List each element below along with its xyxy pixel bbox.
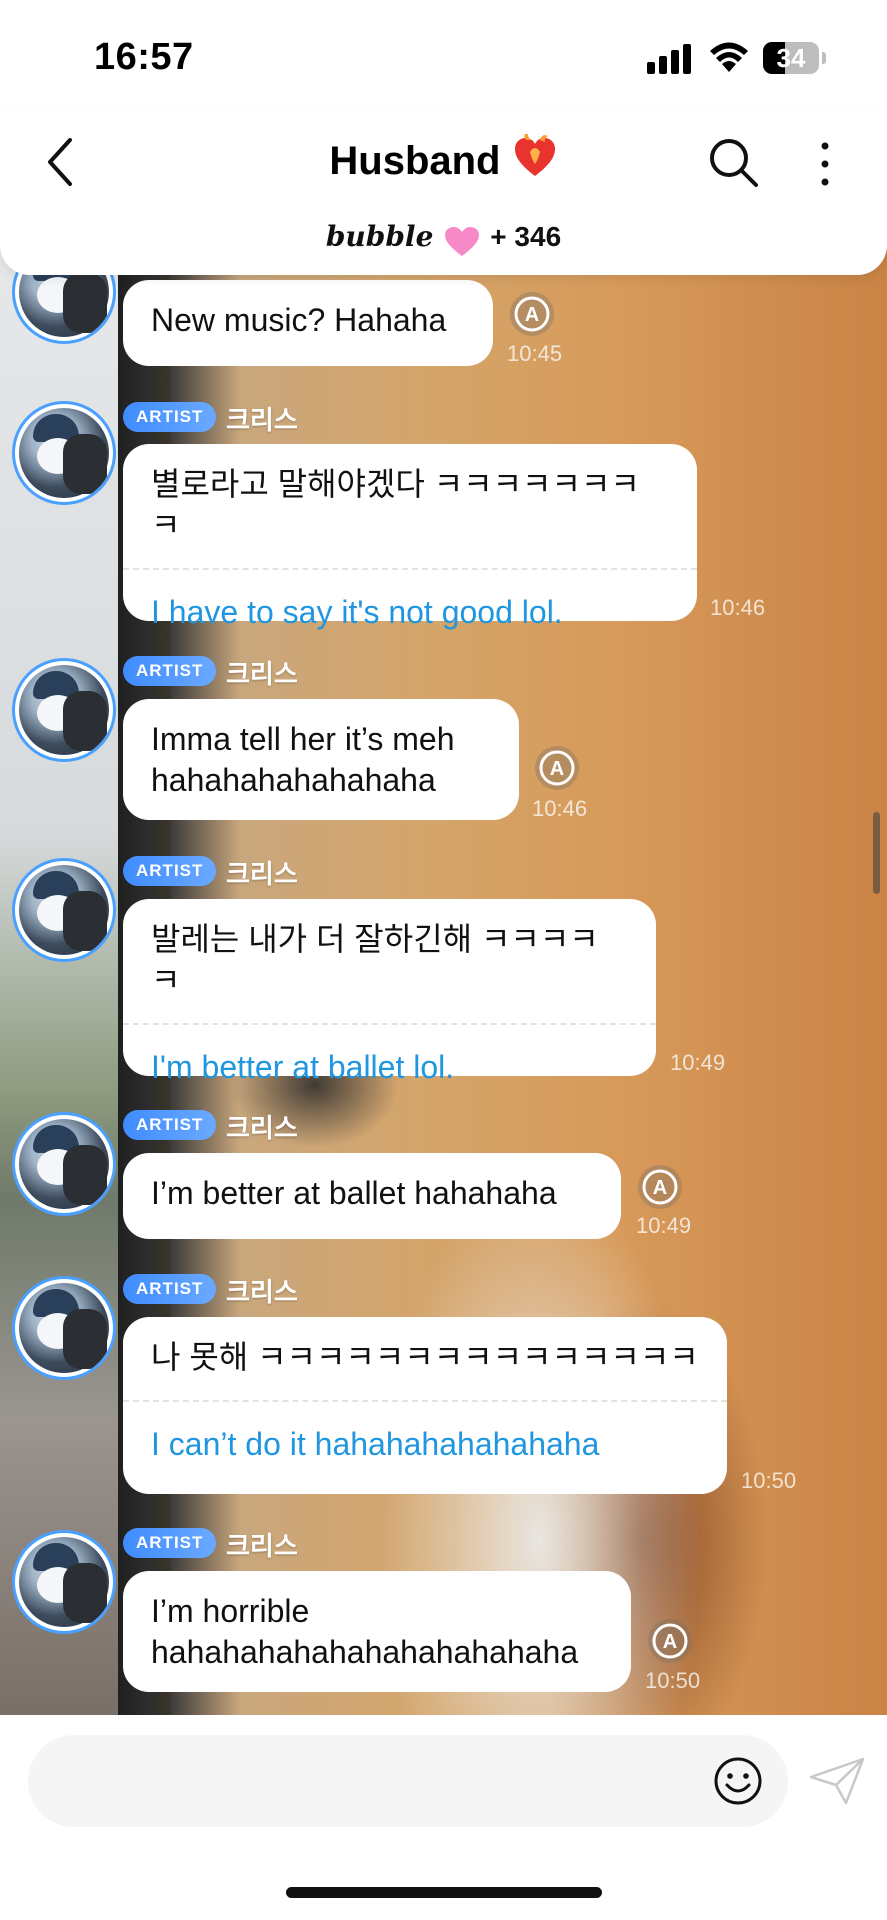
message-bubble[interactable]: 발레는 내가 더 잘하긴해 ㅋㅋㅋㅋㅋ I'm better at ballet…: [123, 899, 656, 1085]
message-time: 10:46: [710, 595, 766, 620]
message-time: 10:50: [645, 1668, 701, 1693]
avatar[interactable]: [12, 1112, 116, 1216]
message-time: 10:45: [507, 341, 563, 366]
more-options-icon[interactable]: [810, 136, 840, 192]
status-bar: 16:57 34: [0, 0, 887, 110]
message-text: 나 못해 ㅋㅋㅋㅋㅋㅋㅋㅋㅋㅋㅋㅋㅋㅋㅋ: [151, 1339, 699, 1375]
message-bubble[interactable]: I’m better at ballet hahahaha: [123, 1153, 621, 1239]
message-text: I’m better at ballet hahahaha: [151, 1175, 557, 1211]
message-bubble[interactable]: I’m horrible hahahahahahahahahahahaha: [123, 1571, 631, 1692]
wifi-icon: [710, 42, 748, 72]
message-text-line: I’m horrible: [151, 1593, 310, 1629]
message-time: 10:49: [670, 1050, 726, 1075]
bubble-logo: bubble: [325, 220, 434, 253]
message-time: 10:49: [636, 1213, 692, 1238]
artist-badge: ARTIST: [123, 1528, 217, 1558]
svg-text:A: A: [653, 1177, 667, 1199]
chat-header: Husband bubble + 346: [0, 110, 887, 275]
battery-icon: 34: [763, 42, 819, 74]
sender-name: 크리스: [226, 659, 298, 689]
search-icon[interactable]: [705, 134, 761, 190]
status-time: 16:57: [94, 36, 194, 78]
subscriber-count: + 346: [490, 221, 562, 252]
message-text: 발레는 내가 더 잘하긴해 ㅋㅋㅋㅋㅋ: [151, 921, 599, 998]
battery-nub: [822, 52, 826, 64]
message-bubble[interactable]: Imma tell her it’s meh hahahahahahahaha: [123, 699, 519, 820]
send-icon[interactable]: [808, 1755, 866, 1807]
avatar[interactable]: [12, 1530, 116, 1634]
message-time: 10:46: [532, 796, 588, 821]
artist-badge: ARTIST: [123, 1110, 217, 1140]
message-translation: I can’t do it hahahahahahahaha: [123, 1400, 727, 1465]
message-text-line: hahahahahahahahahahahaha: [151, 1634, 579, 1670]
message-bubble[interactable]: 별로라고 말해야겠다 ㅋㅋㅋㅋㅋㅋㅋㅋ I have to say it's n…: [123, 444, 697, 630]
artist-badge: ARTIST: [123, 856, 217, 886]
burning-heart-icon: [514, 132, 555, 176]
battery-level: 34: [776, 43, 806, 73]
message-text-line: Imma tell her it’s meh: [151, 721, 455, 757]
scrollbar[interactable]: [873, 812, 880, 894]
svg-text:A: A: [525, 304, 539, 326]
message-bubble[interactable]: New music? Hahaha: [123, 280, 493, 366]
sender-name: 크리스: [226, 1531, 298, 1561]
translate-icon[interactable]: A: [636, 1163, 684, 1211]
emoji-icon[interactable]: [712, 1755, 764, 1807]
sender-name: 크리스: [226, 1113, 298, 1143]
translate-icon[interactable]: A: [533, 744, 581, 792]
message-text: 별로라고 말해야겠다 ㅋㅋㅋㅋㅋㅋㅋㅋ: [151, 466, 640, 543]
artist-badge: ARTIST: [123, 656, 217, 686]
chat-title-text: Husband: [329, 139, 501, 183]
sender-name: 크리스: [226, 859, 298, 889]
avatar[interactable]: [12, 858, 116, 962]
translate-icon[interactable]: A: [508, 290, 556, 338]
artist-badge: ARTIST: [123, 402, 217, 432]
subscriber-line: bubble + 346: [0, 220, 887, 258]
avatar[interactable]: [12, 1276, 116, 1380]
message-time: 10:50: [741, 1468, 797, 1493]
message-input[interactable]: [28, 1735, 788, 1827]
svg-text:A: A: [550, 758, 564, 780]
message-text: New music? Hahaha: [151, 302, 447, 338]
svg-text:A: A: [663, 1631, 677, 1653]
message-text-line: hahahahahahahaha: [151, 762, 436, 798]
message-translation: I have to say it's not good lol.: [123, 568, 697, 633]
pink-heart-icon: [444, 226, 479, 256]
avatar[interactable]: [12, 401, 116, 505]
cellular-signal-icon: [647, 44, 693, 74]
message-translation: I'm better at ballet lol.: [123, 1023, 656, 1088]
sender-name: 크리스: [226, 1277, 298, 1307]
artist-badge: ARTIST: [123, 1274, 217, 1304]
translate-icon[interactable]: A: [646, 1617, 694, 1665]
message-bubble[interactable]: 나 못해 ㅋㅋㅋㅋㅋㅋㅋㅋㅋㅋㅋㅋㅋㅋㅋ I can’t do it hahah…: [123, 1317, 727, 1494]
avatar[interactable]: [12, 658, 116, 762]
sender-name: 크리스: [226, 405, 298, 435]
home-indicator: [286, 1887, 602, 1898]
